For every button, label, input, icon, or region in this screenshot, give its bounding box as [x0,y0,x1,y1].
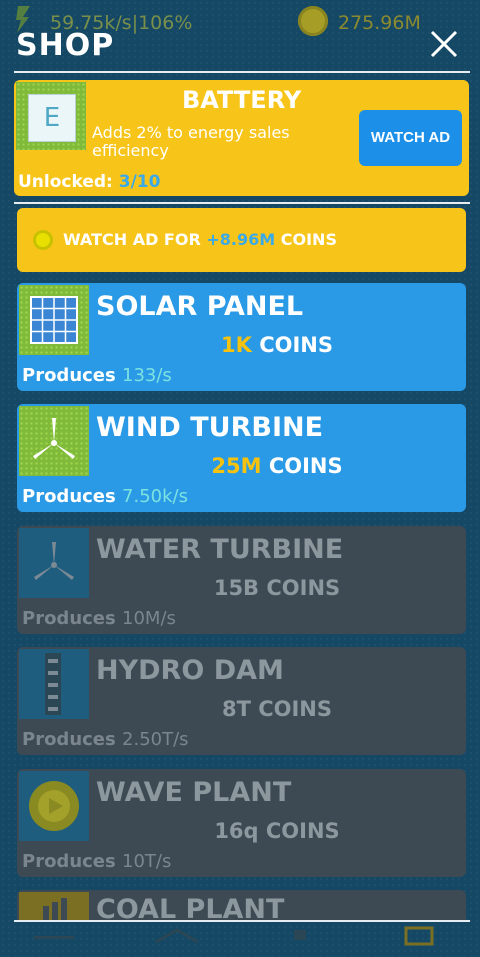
item-production: Produces 10M/s [22,608,176,629]
ad-banner-prefix: WATCH AD FOR [63,230,201,249]
produces-label: Produces [22,851,116,872]
square-icon[interactable] [404,926,434,946]
ad-banner-amount: +8.96M [206,230,276,249]
page-title: SHOP [16,28,115,63]
shop-item-solar-panel[interactable]: SOLAR PANEL 1K COINS Produces 133/s [17,283,466,391]
item-name: WIND TURBINE [96,412,324,443]
unlock-status: Unlocked: 3/10 [18,172,160,192]
produces-value: 10M/s [122,608,176,629]
item-production: Produces 2.50T/s [22,729,189,750]
produces-label: Produces [22,486,116,507]
featured-description: Adds 2% to energy sales efficiency [92,123,290,160]
coin-balance: 275.96M [338,12,421,34]
chevron-up-icon[interactable] [152,926,202,946]
produces-label: Produces [22,729,116,750]
ad-banner-text: WATCH AD FOR +8.96M COINS [63,230,337,249]
produces-value: 133/s [122,365,172,386]
item-price: 8T COINS [147,697,407,721]
item-price: 25M COINS [147,454,407,478]
water-turbine-icon [34,542,74,580]
section-divider [14,202,470,204]
price-value: 8T [221,697,251,721]
item-production: Produces 133/s [22,365,172,386]
watch-ad-coins-banner[interactable]: WATCH AD FOR +8.96M COINS [17,208,466,272]
price-unit: COINS [259,333,333,357]
price-unit: COINS [265,819,340,843]
ad-banner-suffix: COINS [280,230,337,249]
coal-plant-thumbnail [19,892,89,920]
price-value: 1K [221,333,252,357]
shop-item-water-turbine: WATER TURBINE 15B COINS Produces 10M/s [17,526,466,634]
close-icon[interactable] [424,24,464,64]
item-price: 15B COINS [147,576,407,600]
shop-item-wave-plant: WAVE PLANT 16q COINS Produces 10T/s [17,769,466,877]
coin-icon [33,230,53,250]
wave-plant-icon [29,781,79,831]
wind-turbine-thumbnail [19,406,89,476]
header-divider [14,71,470,73]
coin-icon [298,6,328,36]
unlock-value: 3/10 [118,172,161,192]
bottom-divider [14,920,470,922]
item-production: Produces 10T/s [22,851,171,872]
item-name: WATER TURBINE [96,534,344,565]
price-unit: COINS [266,576,341,600]
price-value: 15B [213,576,260,600]
price-unit: COINS [258,697,333,721]
water-turbine-thumbnail [19,528,89,598]
featured-name: BATTERY [182,86,302,114]
wave-plant-thumbnail [19,771,89,841]
item-name: COAL PLANT [96,894,285,920]
produces-value: 10T/s [122,851,172,872]
price-value: 16q [214,819,259,843]
menu-icon[interactable] [32,926,78,946]
wind-turbine-icon [33,418,75,459]
battery-thumbnail: E [16,82,86,150]
featured-upgrade-card: E BATTERY Adds 2% to energy sales effici… [14,80,469,196]
item-production: Produces 7.50k/s [22,486,188,507]
watch-ad-button[interactable]: WATCH AD [359,110,462,166]
shop-item-hydro-dam: HYDRO DAM 8T COINS Produces 2.50T/s [17,647,466,755]
shop-item-coal-plant: COAL PLANT [17,890,466,920]
price-unit: COINS [268,454,343,478]
item-price: 16q COINS [147,819,407,843]
price-value: 25M [211,454,262,478]
item-name: SOLAR PANEL [96,291,304,322]
stop-icon[interactable] [292,926,308,942]
produces-label: Produces [22,608,116,629]
produces-value: 7.50k/s [122,486,188,507]
solar-panel-icon [30,296,78,344]
hydro-dam-thumbnail [19,649,89,719]
item-name: WAVE PLANT [96,777,292,808]
unlock-label: Unlocked: [18,172,113,192]
produces-value: 2.50T/s [122,729,189,750]
produces-label: Produces [22,365,116,386]
battery-letter-icon: E [28,94,76,142]
bottom-nav [14,920,470,957]
coal-plant-icon [43,898,67,920]
item-price: 1K COINS [147,333,407,357]
hydro-dam-icon [45,653,61,715]
item-name: HYDRO DAM [96,655,284,686]
solar-panel-thumbnail [19,285,89,355]
shop-item-wind-turbine[interactable]: WIND TURBINE 25M COINS Produces 7.50k/s [17,404,466,512]
